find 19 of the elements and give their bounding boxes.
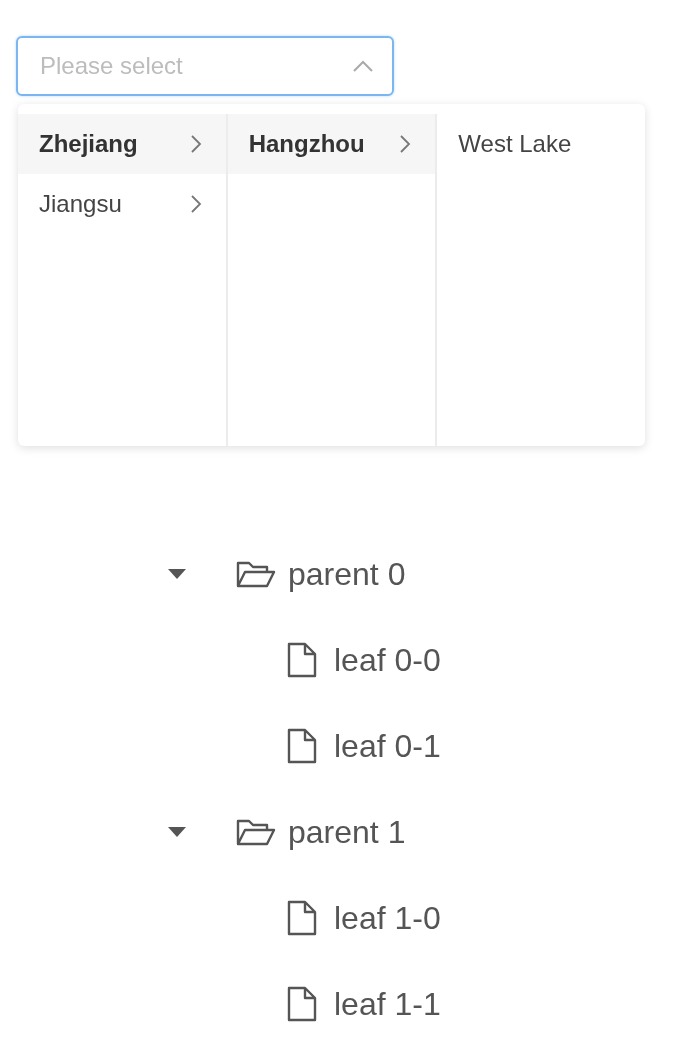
menu-option[interactable]: West Lake: [437, 114, 645, 174]
caret-down-icon[interactable]: [166, 825, 188, 839]
tree-node-label[interactable]: leaf 0-0: [334, 636, 441, 684]
tree-node-label[interactable]: leaf 0-1: [334, 722, 441, 770]
tree-node-label[interactable]: leaf 1-1: [334, 980, 441, 1028]
file-icon: [286, 900, 318, 936]
file-icon: [286, 728, 318, 764]
folder-open-icon: [236, 818, 276, 846]
menu-option[interactable]: Jiangsu: [18, 174, 226, 234]
folder-open-icon: [236, 560, 276, 588]
file-icon: [286, 986, 318, 1022]
tree-node-label[interactable]: leaf 1-0: [334, 894, 441, 942]
caret-down-icon[interactable]: [166, 567, 188, 581]
file-icon: [286, 642, 318, 678]
tree-node-label[interactable]: parent 1: [288, 808, 406, 856]
menu-option[interactable]: Zhejiang: [18, 114, 226, 174]
tree-node-label[interactable]: parent 0: [288, 550, 406, 598]
menu-option[interactable]: Hangzhou: [227, 114, 436, 174]
select-field[interactable]: Please select: [16, 36, 394, 96]
